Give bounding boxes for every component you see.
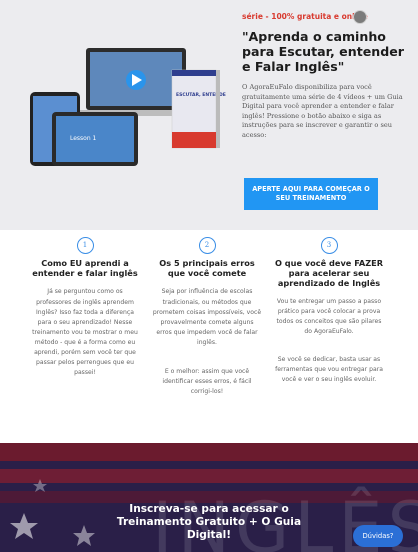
feature-body-3a: Vou te entregar um passo a passo prático… <box>276 297 382 335</box>
feature-body-3b: Se você se dedicar, basta usar as ferram… <box>275 355 383 384</box>
course-mockup-graphic: Lesson 1 ESCUTAR, ENTENDER E FALAR INGLÊ… <box>30 48 226 166</box>
feature-body-1: Já se perguntou como os professores de i… <box>32 288 138 377</box>
avatar-icon[interactable] <box>353 10 367 24</box>
help-button[interactable]: Dúvidas? <box>353 525 403 547</box>
feature-title-3: O que você deve FAZER para acelerar seu … <box>274 258 384 289</box>
hero-title: "Aprenda o caminho para Escutar, entende… <box>242 29 404 74</box>
hero-description: O AgoraEuFalo disponibiliza para você gr… <box>242 83 403 139</box>
feature-column-2: 2 Os 5 principais erros que você comete … <box>152 237 262 397</box>
feature-body-2b: E o melhor: assim que você identificar e… <box>162 367 252 396</box>
feature-title-2: Os 5 principais erros que você comete <box>159 258 255 279</box>
feature-number-3: 3 <box>320 237 338 254</box>
hero-tagline: série - 100% gratuita e online <box>242 12 368 21</box>
features-section: 1 Como EU aprendi a entender e falar ing… <box>0 230 418 443</box>
feature-column-3: 3 O que você deve FAZER para acelerar se… <box>274 237 384 385</box>
feature-column-1: 1 Como EU aprendi a entender e falar ing… <box>30 237 140 378</box>
start-training-button[interactable]: APERTE AQUI PARA COMEÇAR O SEU TREINAMEN… <box>244 178 378 210</box>
hero-section: Lesson 1 ESCUTAR, ENTENDER E FALAR INGLÊ… <box>0 0 418 230</box>
hero-text: série - 100% gratuita e online "Aprenda … <box>242 12 412 141</box>
feature-number-1: 1 <box>76 237 94 254</box>
feature-body-2a: Seja por influência de escolas tradicion… <box>152 288 262 346</box>
feature-title-1: Como EU aprendi a entender e falar inglê… <box>32 258 138 279</box>
lesson-label: Lesson 1 <box>70 135 97 142</box>
feature-number-2: 2 <box>198 237 216 254</box>
signup-banner-text: Inscreva-se para acessar o Treinamento G… <box>116 503 302 541</box>
